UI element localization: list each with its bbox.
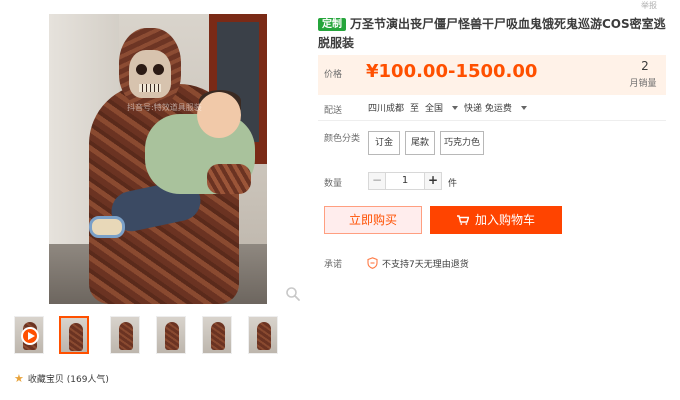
shipping-label: 配送 [324, 106, 343, 116]
thumbnail-1[interactable] [59, 316, 89, 354]
sku-option-deposit[interactable]: 订金 [368, 131, 400, 155]
shield-icon [367, 257, 378, 269]
product-title: 万圣节演出丧尸僵尸怪兽干尸吸血鬼饿死鬼巡游COS密室逃脱服装 [318, 17, 666, 50]
chevron-down-icon [520, 106, 527, 110]
promise-label: 承诺 [324, 260, 343, 270]
add-to-cart-button[interactable]: 加入购物车 [430, 206, 562, 234]
skull-teeth [139, 84, 161, 92]
favorite-label: 收藏宝贝 (169人气) [27, 374, 109, 385]
buy-now-button[interactable]: 立即购买 [324, 206, 422, 234]
zoom-icon[interactable] [285, 286, 301, 302]
quantity-minus-button[interactable]: − [368, 172, 386, 190]
quantity-plus-button[interactable]: + [424, 172, 442, 190]
add-to-cart-label: 加入购物车 [474, 213, 535, 227]
color-label: 颜色分类 [324, 134, 361, 144]
shipping-method: 快递 免运费 [464, 104, 512, 114]
chevron-down-icon [452, 106, 459, 110]
thumbnail-figure [257, 322, 271, 350]
star-icon: ★ [14, 371, 24, 385]
shipping-destination-select[interactable]: 全国 [425, 101, 459, 114]
price-panel: 价格 ¥100.00-1500.00 2 月销量 [318, 55, 666, 95]
sku-option-balance[interactable]: 尾款 [405, 131, 435, 155]
child-shoe [89, 216, 125, 238]
play-icon[interactable] [21, 327, 39, 345]
shipping-to: 至 [410, 104, 420, 114]
thumbnail-4[interactable] [202, 316, 232, 354]
quantity-unit: 件 [448, 179, 458, 189]
price-value: ¥100.00-1500.00 [366, 61, 538, 82]
report-link[interactable]: 举报 [641, 0, 657, 11]
quantity-stepper: − 1 + [368, 172, 442, 190]
quantity-label: 数量 [324, 179, 343, 189]
monthly-sales-count: 2 [641, 59, 649, 73]
thumbnail-video[interactable] [14, 316, 44, 354]
thumbnail-figure [211, 322, 225, 350]
favorite-button[interactable]: ★ 收藏宝贝 (169人气) [14, 371, 109, 385]
main-product-image[interactable]: 抖音号:特效道具服装 [49, 14, 267, 304]
product-title-block: 定制 万圣节演出丧尸僵尸怪兽干尸吸血鬼饿死鬼巡游COS密室逃脱服装 [318, 14, 670, 52]
divider [318, 120, 666, 121]
thumbnail-figure [69, 323, 83, 351]
quantity-input[interactable]: 1 [386, 172, 424, 190]
custom-badge: 定制 [318, 18, 346, 31]
skull-eye-right [153, 64, 164, 75]
image-watermark: 抖音号:特效道具服装 [127, 103, 202, 112]
thumbnail-strip [14, 316, 284, 356]
shipping-origin: 四川成都 [368, 104, 405, 114]
cart-icon [456, 215, 469, 225]
thumbnail-5[interactable] [248, 316, 278, 354]
skull-eye-left [136, 64, 147, 75]
costume-claw [207, 164, 251, 194]
shipping-destination: 全国 [425, 104, 444, 114]
sku-option-chocolate[interactable]: 巧克力色 [440, 131, 484, 155]
thumbnail-figure [119, 322, 133, 350]
price-label: 价格 [324, 70, 343, 80]
thumbnail-figure [165, 322, 179, 350]
shipping-method-select[interactable]: 快递 免运费 [464, 101, 527, 114]
shipping-row: 四川成都 至 全国 快递 免运费 [368, 101, 533, 114]
thumbnail-3[interactable] [156, 316, 186, 354]
child-head [197, 92, 241, 138]
monthly-sales-label: 月销量 [629, 79, 657, 89]
thumbnail-2[interactable] [110, 316, 140, 354]
promise-text: 不支持7天无理由退货 [382, 260, 469, 270]
